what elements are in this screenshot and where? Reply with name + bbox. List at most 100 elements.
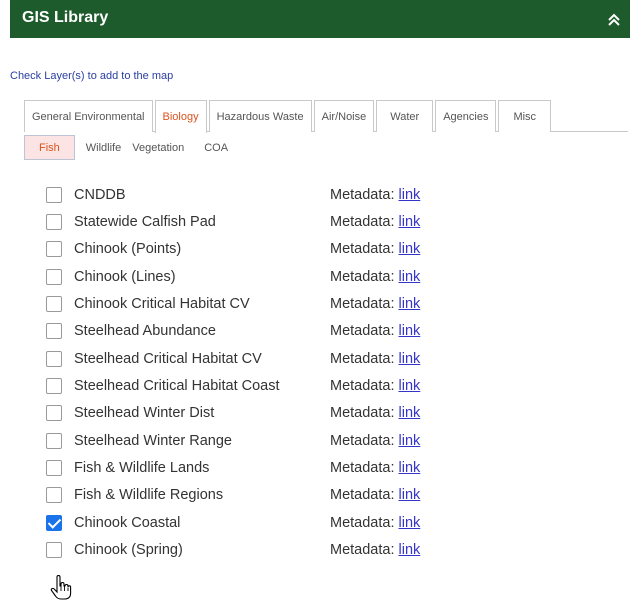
tab-label: Hazardous Waste (216, 110, 304, 123)
metadata-label: Metadata: (330, 432, 395, 449)
metadata-link[interactable]: link (399, 542, 421, 558)
tab-hazardous-waste[interactable]: Hazardous Waste (208, 100, 312, 132)
layer-checkbox[interactable] (46, 241, 62, 258)
subcategory-tabs: Fish Wildlife Vegetation COA (24, 135, 240, 160)
layer-row: Steelhead Critical Habitat Coast Metadata… (46, 372, 606, 399)
metadata-label: Metadata: (330, 323, 395, 340)
panel-title: GIS Library (22, 9, 109, 26)
metadata-link[interactable]: link (399, 487, 421, 503)
layer-row: Chinook (Spring) Metadata: link (46, 536, 606, 563)
double-chevron-up-icon[interactable] (606, 11, 622, 27)
layer-row: Steelhead Winter Range Metadata: link (46, 427, 606, 454)
layer-name: Chinook Coastal (74, 514, 181, 531)
metadata-link[interactable]: link (399, 378, 421, 394)
metadata-link[interactable]: link (399, 296, 421, 312)
layer-checkbox[interactable] (46, 350, 62, 367)
layer-checkbox[interactable] (46, 542, 62, 559)
tab-agencies[interactable]: Agencies (435, 100, 497, 132)
layer-name: Chinook (Spring) (74, 542, 183, 559)
layer-list: CNDDB Metadata: link Statewide Calfish Pad M… (46, 181, 606, 564)
tab-label: Water (390, 110, 420, 123)
subtab-label: COA (204, 141, 229, 154)
metadata-link[interactable]: link (399, 269, 421, 285)
metadata-label: Metadata: (330, 241, 395, 258)
layer-name: Fish & Wildlife Regions (74, 487, 224, 504)
metadata-link[interactable]: link (399, 460, 421, 476)
layer-name: Steelhead Winter Dist (74, 405, 215, 422)
subtab-label: Vegetation (132, 141, 185, 154)
layer-checkbox[interactable] (46, 514, 62, 531)
subtab-wildlife[interactable]: Wildlife (75, 135, 132, 160)
layer-row: CNDDB Metadata: link (46, 181, 606, 208)
subtab-coa[interactable]: COA (192, 135, 240, 160)
metadata-label: Metadata: (330, 186, 395, 203)
tab-label: Misc (513, 110, 537, 123)
metadata-label: Metadata: (330, 460, 395, 477)
instruction-text: Check Layer(s) to add to the map (10, 70, 174, 82)
metadata-link[interactable]: link (399, 214, 421, 230)
metadata-label: Metadata: (330, 350, 395, 367)
subtab-fish[interactable]: Fish (24, 135, 75, 160)
layer-row: Fish & Wildlife Regions Metadata: link (46, 482, 606, 509)
layer-name: Chinook (Lines) (74, 268, 176, 285)
layer-checkbox[interactable] (46, 186, 62, 203)
layer-checkbox[interactable] (46, 405, 62, 422)
metadata-link[interactable]: link (399, 433, 421, 449)
tab-water[interactable]: Water (376, 100, 434, 132)
layer-row: Fish & Wildlife Lands Metadata: link (46, 454, 606, 481)
layer-name: Steelhead Critical Habitat CV (74, 350, 262, 367)
layer-name: Chinook (Points) (74, 241, 182, 258)
layer-row: Statewide Calfish Pad Metadata: link (46, 208, 606, 235)
metadata-label: Metadata: (330, 296, 395, 313)
panel-header: GIS Library (10, 0, 630, 38)
layer-checkbox[interactable] (46, 432, 62, 449)
metadata-label: Metadata: (330, 514, 395, 531)
layer-name: Steelhead Winter Range (74, 432, 232, 449)
subtab-label: Wildlife (85, 141, 122, 154)
metadata-label: Metadata: (330, 378, 395, 395)
layer-row: Steelhead Winter Dist Metadata: link (46, 400, 606, 427)
tab-label: Agencies (443, 110, 489, 123)
metadata-label: Metadata: (330, 214, 395, 231)
layer-name: CNDDB (74, 186, 126, 203)
metadata-link[interactable]: link (399, 515, 421, 531)
metadata-link[interactable]: link (399, 405, 421, 421)
tab-general-environmental[interactable]: General Environmental (24, 100, 153, 132)
layer-checkbox[interactable] (46, 460, 62, 477)
layer-checkbox[interactable] (46, 378, 62, 395)
tab-biology[interactable]: Biology (154, 100, 207, 133)
metadata-label: Metadata: (330, 268, 395, 285)
subtab-label: Fish (39, 141, 60, 154)
metadata-link[interactable]: link (399, 351, 421, 367)
layer-name: Fish & Wildlife Lands (74, 460, 210, 477)
layer-row: Steelhead Critical Habitat CV Metadata: li… (46, 345, 606, 372)
layer-checkbox[interactable] (46, 487, 62, 504)
metadata-label: Metadata: (330, 405, 395, 422)
layer-row: Chinook Critical Habitat CV Metadata: link (46, 290, 606, 317)
layer-row: Chinook Coastal Metadata: link (46, 509, 606, 536)
layer-name: Steelhead Critical Habitat Coast (74, 378, 280, 395)
layer-name: Steelhead Abundance (74, 323, 216, 340)
metadata-link[interactable]: link (399, 241, 421, 257)
tab-air-noise[interactable]: Air/Noise (313, 100, 375, 132)
metadata-link[interactable]: link (399, 323, 421, 339)
tab-label: Air/Noise (321, 110, 367, 123)
hand-pointer-icon (50, 575, 72, 600)
layer-checkbox[interactable] (46, 323, 62, 340)
layer-checkbox[interactable] (46, 268, 62, 285)
layer-checkbox[interactable] (46, 214, 62, 231)
layer-row: Chinook (Lines) Metadata: link (46, 263, 606, 290)
layer-name: Chinook Critical Habitat CV (74, 296, 250, 313)
subtab-vegetation[interactable]: Vegetation (132, 135, 192, 160)
layer-row: Steelhead Abundance Metadata: link (46, 318, 606, 345)
category-tabs: General Environmental Biology Hazardous … (24, 99, 628, 133)
metadata-link[interactable]: link (399, 187, 421, 203)
tab-label: Biology (162, 111, 199, 123)
tab-misc[interactable]: Misc (498, 100, 552, 132)
layer-row: Chinook (Points) Metadata: link (46, 236, 606, 263)
layer-checkbox[interactable] (46, 296, 62, 313)
metadata-label: Metadata: (330, 542, 395, 559)
metadata-label: Metadata: (330, 487, 395, 504)
layer-name: Statewide Calfish Pad (74, 214, 216, 231)
tab-label: General Environmental (32, 110, 145, 123)
